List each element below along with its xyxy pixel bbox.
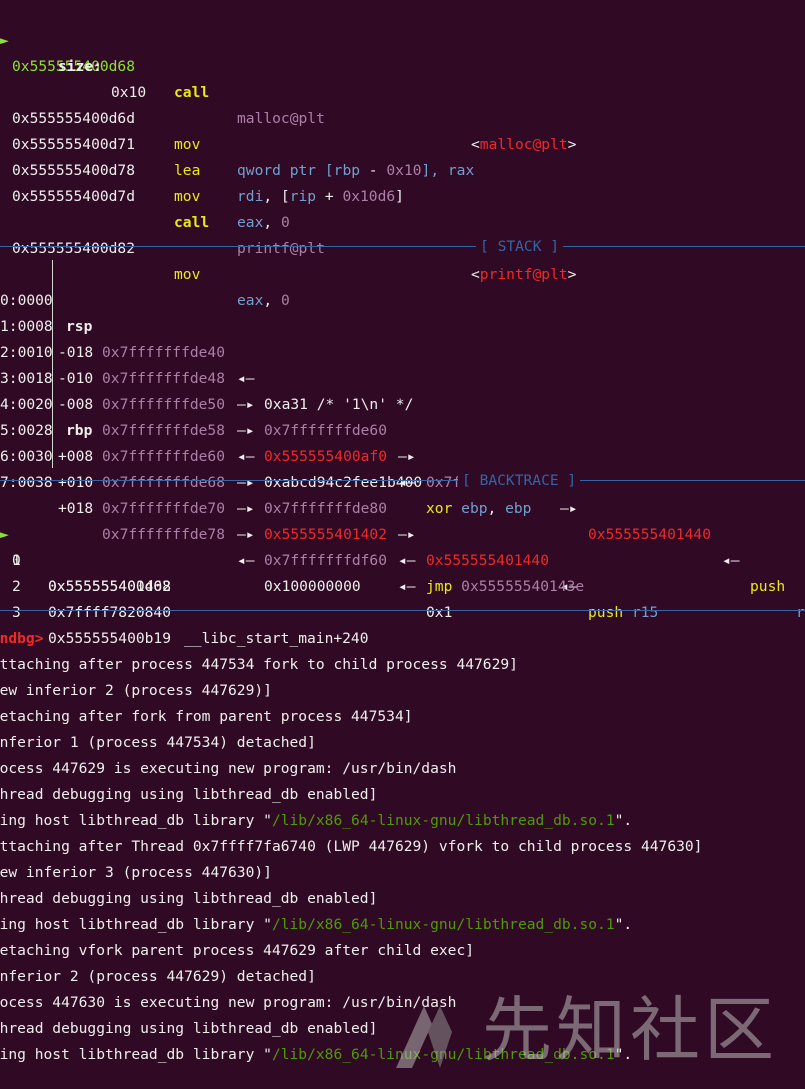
watermark-text: 先知社区 (482, 989, 778, 1071)
debugger-prompt[interactable]: pwndbg> (0, 626, 44, 652)
disasm-address: 0x555555400d78 (12, 162, 136, 179)
console-line: process 447629 is executing new program:… (0, 760, 457, 777)
backtrace-frame: 1 0x555555401402 (12, 552, 172, 595)
stack-row: 0:0000 rsp 0x7fffffffde40 ◂— 0xa31 /* '1… (0, 292, 414, 413)
disasm-mnemonic: lea (174, 162, 201, 179)
disasm-line: 0x555555400d7d call printf@plt <printf@p… (0, 158, 576, 283)
stack-row: 4:0020 rbp 0x7fffffffde60 —▸ 0x7fffffffd… (0, 396, 659, 621)
stack-address: 0x7fffffffde40 (102, 344, 226, 361)
console-line: [Detaching vfork parent process 447629 a… (0, 942, 475, 959)
console-line: [Thread debugging using libthread_db ena… (0, 1020, 378, 1037)
console-line: Using host libthread_db library "/lib/x8… (0, 812, 633, 829)
disasm-mnemonic: mov (174, 188, 201, 205)
section-divider (0, 246, 805, 247)
arg-label: size: (58, 58, 102, 75)
disasm-mnemonic: call (174, 84, 210, 101)
disasm-address: 0x555555400d6d (12, 110, 136, 127)
stack-row: 7:0038 +018 0x7fffffffde78 ◂— 0x10000000… (0, 474, 361, 595)
console-line: [Inferior 2 (process 447629) detached] (0, 968, 316, 985)
stack-row: 6:0030 +010 0x7fffffffde70 —▸ 0x7fffffff… (0, 448, 453, 621)
stack-row: 5:0028 +008 0x7fffffffde68 —▸ 0x55555540… (0, 422, 585, 595)
console-line: [Thread debugging using libthread_db ena… (0, 890, 378, 907)
disasm-operand: malloc@plt (237, 110, 325, 127)
stack-address: 0x7fffffffde78 (102, 526, 226, 543)
console-line: [Detaching after fork from parent proces… (0, 708, 413, 725)
backtrace-section-title: [ BACKTRACE ] (458, 473, 581, 488)
disasm-mnemonic: mov (174, 136, 201, 153)
watermark: 先知社区 (388, 988, 802, 1072)
disasm-operand: printf@plt (237, 240, 325, 257)
disasm-mnemonic: call (174, 214, 210, 231)
backtrace-frame: ► 0 0x555555400d68 (0, 496, 171, 595)
console-line: [Thread debugging using libthread_db ena… (0, 786, 378, 803)
stack-address: 0x7fffffffde60 (102, 448, 226, 465)
backtrace-frame: 3 0x555555400b19 (12, 604, 172, 647)
disasm-address: 0x555555400d71 (12, 136, 136, 153)
section-divider (0, 480, 805, 481)
console-line: [Attaching after process 447534 fork to … (0, 656, 518, 673)
console-line: [New inferior 3 (process 447630)] (0, 864, 272, 881)
disasm-line: 0x555555400d82 mov eax, 0 (0, 210, 290, 309)
stack-row: 1:0008 -018 0x7fffffffde48 —▸ 0x7fffffff… (0, 318, 805, 621)
watermark-logo-icon (396, 1006, 452, 1068)
stack-address: 0x7fffffffde48 (102, 370, 226, 387)
console-line: [Attaching after Thread 0x7ffff7fa6740 (… (0, 838, 703, 855)
stack-section-title: [ STACK ] (476, 239, 564, 254)
stack-address: 0x7fffffffde68 (102, 474, 226, 491)
stack-address: 0x7fffffffde50 (102, 396, 226, 413)
arg-value: 0x10 (111, 84, 147, 101)
section-divider (0, 610, 805, 611)
call-target-symbol: printf@plt (479, 266, 568, 283)
console-line: [New inferior 2 (process 447629)] (0, 682, 272, 699)
library-path: /lib/x86_64-linux-gnu/libthread_db.so.1 (271, 916, 615, 933)
disasm-line-current: ► 0x555555400d68 call malloc@plt <malloc… (0, 2, 576, 153)
call-target-symbol: malloc@plt (479, 136, 568, 153)
call-arg-size: size: 0x10 (0, 28, 146, 101)
stack-address: 0x7fffffffde58 (102, 422, 226, 439)
disasm-line: 0x555555400d71 lea rdi, [rip + 0x10d6] (0, 106, 404, 205)
library-path: /lib/x86_64-linux-gnu/libthread_db.so.1 (271, 812, 615, 829)
disasm-line: 0x555555400d78 mov eax, 0 (0, 132, 290, 231)
stack-row: 2:0010 -010 0x7fffffffde50 —▸ 0x55555540… (0, 344, 532, 517)
console-line: [Inferior 1 (process 447534) detached] (0, 734, 316, 751)
console-line: Using host libthread_db library "/lib/x8… (0, 916, 633, 933)
backtrace-frame: 2 0x7ffff7820840 __libc_start_main+240 (12, 578, 369, 647)
disasm-address: 0x555555400d82 (12, 240, 136, 257)
stack-row: 3:0018 -008 0x7fffffffde58 ◂— 0xabcd94c2… (0, 370, 423, 491)
disasm-line: 0x555555400d6d mov qword ptr [rbp - 0x10… (0, 80, 474, 179)
disasm-mnemonic: mov (174, 266, 201, 283)
stack-address: 0x7fffffffde70 (102, 500, 226, 517)
disasm-address: 0x555555400d7d (12, 188, 136, 205)
